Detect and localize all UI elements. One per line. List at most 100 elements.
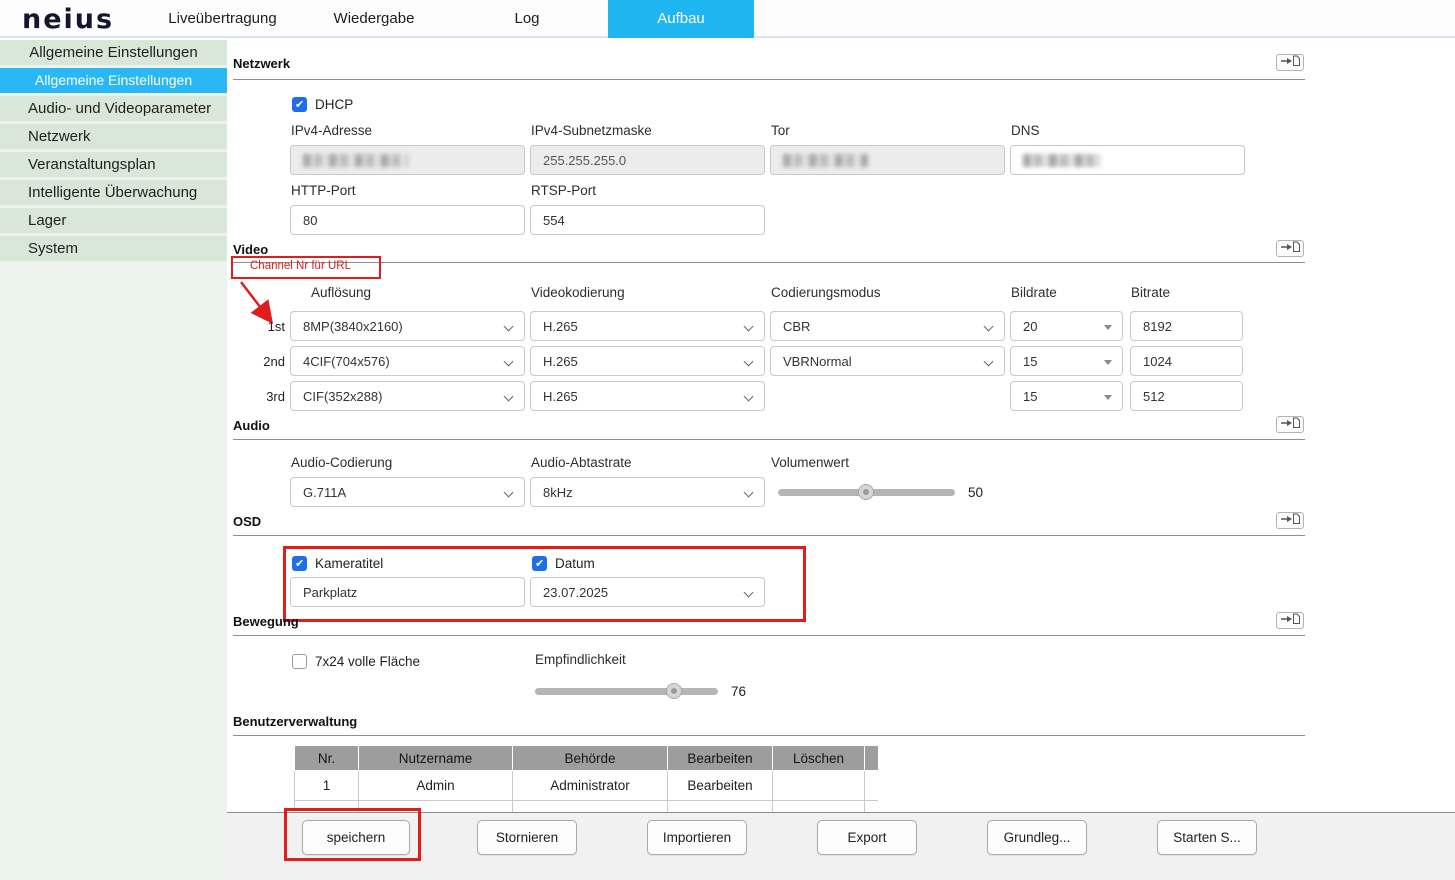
- user-table: Nr. Nutzername Behörde Bearbeiten Lösche…: [294, 745, 878, 812]
- arrow-to-document-icon: [1280, 612, 1301, 630]
- sidebar-item-lager[interactable]: Lager: [0, 208, 227, 233]
- framerate-combo-1st[interactable]: 20: [1010, 311, 1123, 341]
- volume-value: 50: [968, 485, 983, 500]
- chevron-down-icon: [744, 488, 754, 498]
- dhcp-label: DHCP: [315, 97, 353, 112]
- chevron-down-icon: [504, 392, 514, 402]
- user-name-cell: Admin: [359, 771, 513, 801]
- col-bearbeiten: Bearbeiten: [668, 746, 773, 771]
- mode-column-label: Codierungsmodus: [771, 285, 881, 300]
- delete-user-cell: [773, 771, 865, 801]
- sidebar-group-allgemeine-einstellungen[interactable]: Allgemeine Einstellungen: [0, 40, 227, 65]
- section-title-video: Video: [233, 242, 268, 257]
- import-button[interactable]: Importieren: [647, 820, 747, 855]
- triangle-down-icon: [1104, 360, 1112, 365]
- top-navigation-bar: neius Liveübertragung Wiedergabe Log Auf…: [0, 0, 1455, 38]
- sensitivity-slider[interactable]: [535, 688, 718, 695]
- resolution-select-1st[interactable]: 8MP(3840x2160): [290, 311, 525, 341]
- export-section-video-button[interactable]: [1276, 240, 1304, 257]
- col-nutzername: Nutzername: [359, 746, 513, 771]
- tab-liveuebertragung[interactable]: Liveübertragung: [145, 0, 300, 38]
- main-content: Netzwerk DHCP IPv4-Adresse IPv4-Subnetzm…: [227, 40, 1455, 880]
- arrow-to-document-icon: [1280, 416, 1301, 434]
- ipv4-address-input: [290, 145, 525, 175]
- encoding-select-3rd[interactable]: H.265: [530, 381, 765, 411]
- mode-select-2nd[interactable]: VBRNormal: [770, 346, 1005, 376]
- camera-title-label: Kameratitel: [315, 556, 383, 571]
- export-section-osd-button[interactable]: [1276, 512, 1304, 529]
- bitrate-input-2nd[interactable]: [1130, 346, 1243, 376]
- stream-row-label: 3rd: [255, 389, 285, 404]
- subnet-mask-input: [530, 145, 765, 175]
- neius-logo: neius: [22, 4, 114, 35]
- gateway-input: [770, 145, 1005, 175]
- cancel-button[interactable]: Stornieren: [477, 820, 577, 855]
- framerate-combo-3rd[interactable]: 15: [1010, 381, 1123, 411]
- section-title-bewegung: Bewegung: [233, 614, 299, 629]
- tab-log[interactable]: Log: [453, 0, 601, 38]
- tab-wiedergabe[interactable]: Wiedergabe: [300, 0, 448, 38]
- sidebar-item-allgemeine-einstellungen-selected[interactable]: Allgemeine Einstellungen: [0, 68, 227, 93]
- subnet-mask-label: IPv4-Subnetzmaske: [531, 123, 652, 138]
- mode-select-1st[interactable]: CBR: [770, 311, 1005, 341]
- dns-input[interactable]: [1010, 145, 1245, 175]
- full-area-label: 7x24 volle Fläche: [315, 654, 420, 669]
- framerate-combo-2nd[interactable]: 15: [1010, 346, 1123, 376]
- export-section-netzwerk-button[interactable]: [1276, 54, 1304, 71]
- sidebar-item-intelligente-ueberwachung[interactable]: Intelligente Überwachung: [0, 180, 227, 205]
- sidebar-item-audio-videoparameter[interactable]: Audio- und Videoparameter: [0, 96, 227, 121]
- bitrate-input-1st[interactable]: [1130, 311, 1243, 341]
- section-divider: [233, 635, 1305, 636]
- chevron-down-icon: [744, 357, 754, 367]
- section-divider: [233, 535, 1305, 536]
- redacted-ipv4-value: [303, 154, 408, 167]
- sidebar-item-system[interactable]: System: [0, 236, 227, 261]
- defaults-button[interactable]: Grundleg...: [987, 820, 1087, 855]
- section-title-benutzerverwaltung: Benutzerverwaltung: [233, 714, 357, 729]
- camera-title-input[interactable]: [290, 577, 525, 607]
- date-format-select[interactable]: 23.07.2025: [530, 577, 765, 607]
- tab-aufbau[interactable]: Aufbau: [608, 0, 754, 38]
- section-divider: [233, 439, 1305, 440]
- audio-samplerate-select[interactable]: 8kHz: [530, 477, 765, 507]
- audio-codec-select[interactable]: G.711A: [290, 477, 525, 507]
- chevron-down-icon: [984, 322, 994, 332]
- camera-title-checkbox[interactable]: [292, 556, 307, 571]
- restart-button[interactable]: Starten S...: [1157, 820, 1257, 855]
- volume-slider-handle[interactable]: [858, 484, 874, 500]
- sidebar-item-veranstaltungsplan[interactable]: Veranstaltungsplan: [0, 152, 227, 177]
- table-row: 1 Admin Administrator Bearbeiten: [295, 771, 879, 801]
- sensitivity-value: 76: [731, 684, 746, 699]
- edit-user-link[interactable]: Bearbeiten: [668, 771, 773, 801]
- date-checkbox[interactable]: [532, 556, 547, 571]
- rtsp-port-input[interactable]: [530, 205, 765, 235]
- encoding-column-label: Videokodierung: [531, 285, 625, 300]
- sidebar-item-netzwerk[interactable]: Netzwerk: [0, 124, 227, 149]
- stream-row-label: 2nd: [255, 354, 285, 369]
- http-port-input[interactable]: [290, 205, 525, 235]
- chevron-down-icon: [504, 357, 514, 367]
- resolution-column-label: Auflösung: [311, 285, 371, 300]
- arrow-to-document-icon: [1280, 240, 1301, 258]
- triangle-down-icon: [1104, 395, 1112, 400]
- volume-slider[interactable]: [778, 489, 955, 496]
- chevron-down-icon: [744, 588, 754, 598]
- user-role-cell: Administrator: [513, 771, 668, 801]
- sensitivity-slider-handle[interactable]: [666, 683, 682, 699]
- export-button[interactable]: Export: [817, 820, 917, 855]
- rtsp-port-label: RTSP-Port: [531, 183, 596, 198]
- export-section-bewegung-button[interactable]: [1276, 612, 1304, 629]
- dhcp-checkbox[interactable]: [292, 97, 307, 112]
- section-divider: [233, 79, 1305, 80]
- full-area-checkbox[interactable]: [292, 654, 307, 669]
- table-header-row: Nr. Nutzername Behörde Bearbeiten Lösche…: [295, 746, 879, 771]
- export-section-audio-button[interactable]: [1276, 416, 1304, 433]
- encoding-select-1st[interactable]: H.265: [530, 311, 765, 341]
- resolution-select-2nd[interactable]: 4CIF(704x576): [290, 346, 525, 376]
- section-divider: [233, 262, 1305, 263]
- annotation-box-save-button: [284, 808, 421, 861]
- resolution-select-3rd[interactable]: CIF(352x288): [290, 381, 525, 411]
- bitrate-input-3rd[interactable]: [1130, 381, 1243, 411]
- sensitivity-label: Empfindlichkeit: [535, 652, 626, 667]
- encoding-select-2nd[interactable]: H.265: [530, 346, 765, 376]
